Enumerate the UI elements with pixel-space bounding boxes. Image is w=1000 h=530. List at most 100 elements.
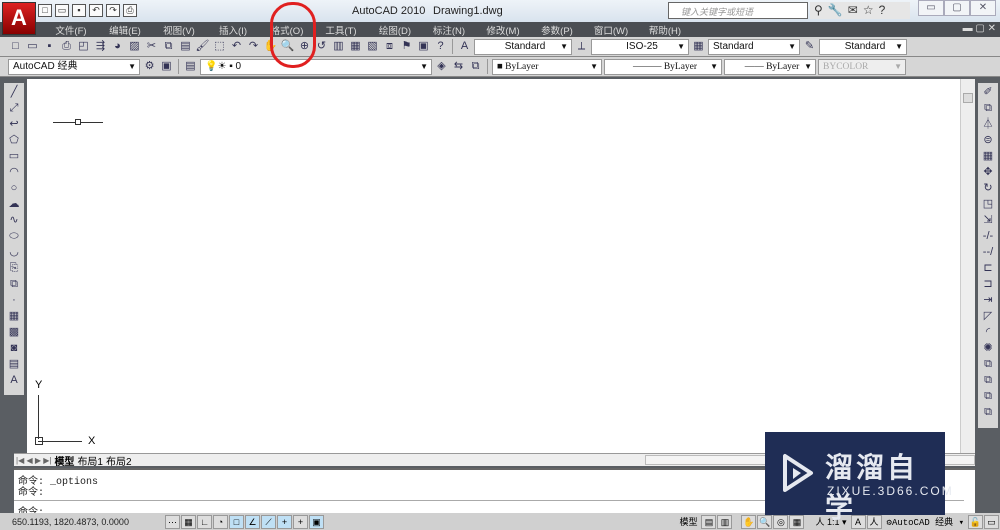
menu-item[interactable]: 标注(N) [422, 22, 476, 37]
3d-dwf-icon[interactable]: ◕ [110, 39, 125, 54]
stretch-icon[interactable]: ⇲ [981, 213, 996, 228]
lock-icon[interactable]: 🔓 [968, 514, 983, 529]
pan-icon[interactable]: ✋ [741, 514, 757, 529]
dyn-toggle-icon[interactable]: + [277, 514, 292, 529]
menu-item[interactable]: 绘图(D) [368, 22, 422, 37]
publish-icon[interactable]: ⇶ [93, 39, 108, 54]
ortho-toggle-icon[interactable]: ∟ [197, 514, 212, 529]
point-icon[interactable]: · [7, 293, 22, 308]
rectangle-icon[interactable]: ▭ [7, 149, 22, 164]
dim-style-icon[interactable]: ⟂ [574, 39, 589, 54]
zoom-previous-icon[interactable]: ↺ [314, 39, 329, 54]
communication-icon[interactable]: ✉ [848, 2, 858, 19]
clean-screen-icon[interactable]: ▭ [984, 514, 999, 529]
hatch-icon[interactable]: ▦ [7, 309, 22, 324]
scale-icon[interactable]: ◳ [981, 197, 996, 212]
quickcalc-icon[interactable]: ▣ [416, 39, 431, 54]
copy-icon[interactable]: ⧉ [161, 39, 176, 54]
paste-icon[interactable]: ▤ [178, 39, 193, 54]
multileader-style-dropdown[interactable]: Standard ▼ [819, 38, 907, 55]
star-icon[interactable]: ☆ [863, 2, 874, 19]
menu-item[interactable]: 修改(M) [476, 22, 530, 37]
insert-block-icon[interactable]: ⎘ [7, 261, 22, 276]
region-icon[interactable]: ◙ [7, 341, 22, 356]
table-style-icon[interactable]: ▦ [691, 39, 706, 54]
workspace-settings-icon[interactable]: ⚙ [142, 59, 157, 74]
lineweight-toggle-toggle-icon[interactable]: + [293, 514, 308, 529]
linetype-dropdown[interactable]: ——— ByLayer ▼ [604, 58, 722, 75]
redo-icon[interactable]: ↷ [106, 4, 120, 17]
sheet-set-icon[interactable]: ▨ [127, 39, 142, 54]
search-input[interactable]: 键入关键字或短语 [668, 2, 808, 19]
ellipse-arc-icon[interactable]: ◡ [7, 245, 22, 260]
make-current-layer-icon[interactable]: ◈ [434, 59, 449, 74]
erase-icon[interactable]: ✐ [981, 85, 996, 100]
multiline-text-icon[interactable]: A [7, 373, 22, 388]
join-icon[interactable]: ⇥ [981, 293, 996, 308]
layer-properties-icon[interactable]: ▤ [183, 59, 198, 74]
lineweight-dropdown[interactable]: —— ByLayer ▼ [724, 58, 816, 75]
drawing-canvas[interactable]: Y X [27, 79, 960, 453]
menu-item[interactable]: 编辑(E) [98, 22, 152, 37]
copy-object-icon[interactable]: ⧉ [981, 101, 996, 116]
minimize-button[interactable]: ▭ [918, 0, 944, 16]
menu-item[interactable]: 视图(V) [152, 22, 206, 37]
otrack-toggle-icon[interactable]: ∠ [245, 514, 260, 529]
break-icon[interactable]: ⊐ [981, 277, 996, 292]
draworder-above-icon[interactable]: ⧉ [981, 389, 996, 404]
break-at-point-icon[interactable]: ⊏ [981, 261, 996, 276]
cut-icon[interactable]: ✂ [144, 39, 159, 54]
table-icon[interactable]: ▤ [7, 357, 22, 372]
osnap-toggle-icon[interactable]: □ [229, 514, 244, 529]
plot-icon[interactable]: ⎙ [59, 39, 74, 54]
polar-toggle-icon[interactable]: ◔ [213, 514, 228, 529]
trim-icon[interactable]: -/- [981, 229, 996, 244]
tool-palettes-icon[interactable]: ▧ [365, 39, 380, 54]
menu-item[interactable]: 窗口(W) [584, 22, 638, 37]
menu-item[interactable]: 插入(I) [206, 22, 260, 37]
line-icon[interactable]: ╱ [7, 85, 22, 100]
block-editor-icon[interactable]: ⬚ [212, 39, 227, 54]
steeringwheel-icon[interactable]: ◎ [773, 514, 789, 529]
tab-model[interactable]: 模型 [54, 453, 74, 468]
text-style-dropdown[interactable]: Standard ▼ [474, 38, 572, 55]
menu-item[interactable]: 参数(P) [530, 22, 584, 37]
close-button[interactable]: ✕ [970, 0, 996, 16]
dim-style-dropdown[interactable]: ISO-25 ▼ [591, 38, 689, 55]
ellipse-icon[interactable]: ⬭ [7, 229, 22, 244]
quick-view-drawings-icon[interactable]: ▥ [717, 514, 733, 529]
menu-item[interactable]: 文件(F) [44, 22, 98, 37]
construction-line-icon[interactable]: ⤢ [7, 101, 22, 116]
chamfer-icon[interactable]: ◸ [981, 309, 996, 324]
offset-icon[interactable]: ⊜ [981, 133, 996, 148]
draworder-front-icon[interactable]: ⧉ [981, 357, 996, 372]
binoculars-icon[interactable]: ⚲ [814, 2, 823, 19]
workspace-dropdown[interactable]: AutoCAD 经典 ▼ [8, 58, 140, 75]
multileader-style-icon[interactable]: ✎ [802, 39, 817, 54]
tab-layout1[interactable]: 布局1 [77, 453, 103, 468]
grid-toggle-icon[interactable]: ▦ [181, 514, 196, 529]
match-properties-icon[interactable]: 🖌 [195, 39, 210, 54]
vertical-scrollbar[interactable] [960, 79, 975, 453]
extend-icon[interactable]: --/ [981, 245, 996, 260]
redo-icon[interactable]: ↷ [246, 39, 261, 54]
plot-preview-icon[interactable]: ◰ [76, 39, 91, 54]
table-style-dropdown[interactable]: Standard ▼ [708, 38, 800, 55]
polyline-icon[interactable]: ↩ [7, 117, 22, 132]
properties-icon[interactable]: ▥ [331, 39, 346, 54]
fillet-icon[interactable]: ◜ [981, 325, 996, 340]
draworder-under-icon[interactable]: ⧉ [981, 405, 996, 420]
application-menu-button[interactable]: A [2, 2, 36, 35]
make-block-icon[interactable]: ⧉ [7, 277, 22, 292]
menu-item[interactable]: 帮助(H) [638, 22, 692, 37]
layer-states-icon[interactable]: ⧉ [468, 59, 483, 74]
rotate-icon[interactable]: ↻ [981, 181, 996, 196]
undo-icon[interactable]: ↶ [89, 4, 103, 17]
plot-icon[interactable]: ⎙ [123, 4, 137, 17]
save-icon[interactable]: ▪ [72, 4, 86, 17]
save-icon[interactable]: ▪ [42, 39, 57, 54]
new-icon[interactable]: □ [8, 39, 23, 54]
document-window-controls[interactable]: ▬ ▢ ✕ [963, 23, 996, 34]
array-icon[interactable]: ▦ [981, 149, 996, 164]
layer-previous-icon[interactable]: ⇆ [451, 59, 466, 74]
